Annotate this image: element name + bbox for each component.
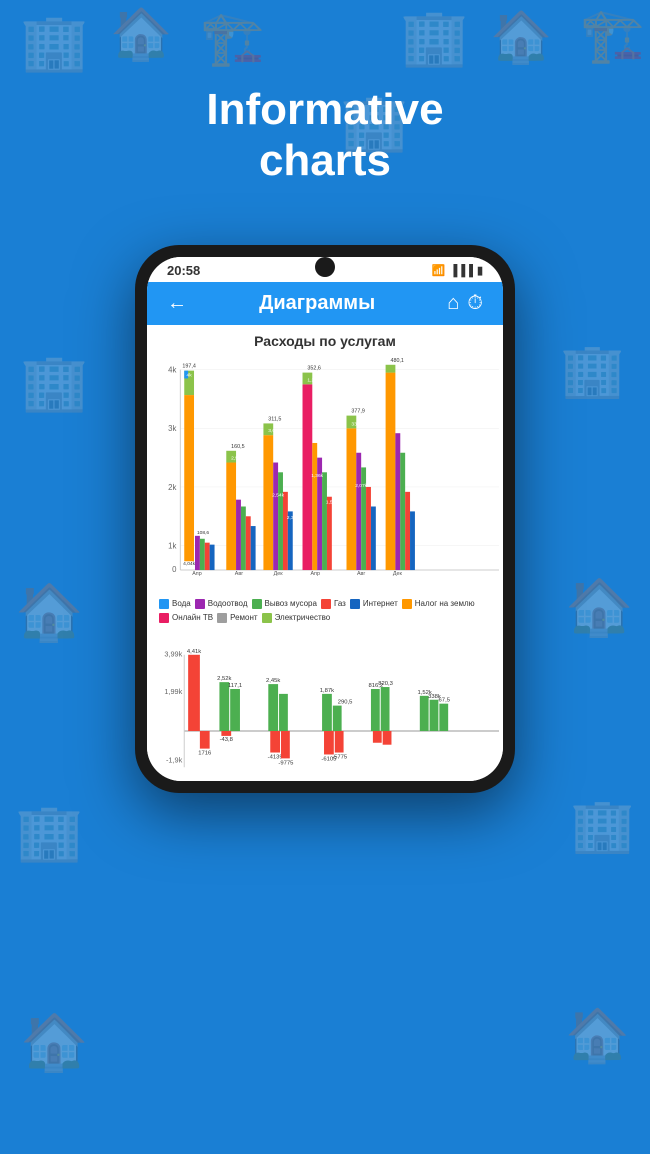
svg-text:311,5: 311,5 — [268, 416, 281, 422]
svg-text:1,99k: 1,99k — [164, 686, 182, 695]
svg-text:117,1: 117,1 — [228, 683, 242, 689]
svg-text:160,5: 160,5 — [231, 444, 244, 450]
header-title: Informative charts — [0, 85, 650, 186]
svg-text:2,52k: 2,52k — [217, 676, 231, 682]
legend-color-electric — [262, 613, 272, 623]
svg-text:1,51k: 1,51k — [326, 500, 338, 506]
svg-text:3k: 3k — [168, 424, 176, 433]
svg-text:2,39k: 2,39k — [287, 515, 299, 521]
signal-icon: ▐▐▐ — [450, 265, 473, 277]
home-button[interactable]: ⌂ — [447, 292, 459, 315]
legend-label-waste: Вывоз мусора — [265, 599, 317, 608]
svg-text:Апр: Апр — [310, 571, 319, 577]
svg-text:Дек: Дек — [274, 571, 284, 577]
phone-frame: 20:58 📶 ▐▐▐ ▮ ← Диаграммы ⌂ ⏱ Расходы по… — [135, 245, 515, 793]
legend-label-repair: Ремонт — [230, 613, 257, 622]
legend-item-gas: Газ — [321, 599, 346, 609]
chart-legend: Вода Водоотвод Вывоз мусора Газ — [151, 595, 499, 627]
svg-text:480,1: 480,1 — [390, 358, 403, 364]
main-chart-title: Расходы по услугам — [151, 333, 499, 349]
header-line2: charts — [259, 136, 391, 185]
legend-color-water — [159, 599, 169, 609]
legend-item-water: Вода — [159, 599, 191, 609]
status-time: 20:58 — [167, 263, 200, 278]
app-bar: ← Диаграммы ⌂ ⏱ — [147, 282, 503, 325]
svg-text:290,5: 290,5 — [338, 699, 353, 705]
legend-label-electric: Электричество — [275, 613, 331, 622]
svg-text:2,45k: 2,45k — [266, 678, 280, 684]
svg-text:1,2k: 1,2k — [307, 377, 317, 383]
svg-text:108,6: 108,6 — [197, 530, 209, 536]
svg-text:2,54k: 2,54k — [272, 493, 284, 499]
second-bar-chart: 3,99k 1,99k -1,9k 4,41k 2,52k 117,1 — [151, 645, 499, 772]
clock-button[interactable]: ⏱ — [467, 292, 483, 315]
svg-text:4k: 4k — [168, 366, 176, 375]
back-button[interactable]: ← — [167, 292, 187, 315]
svg-text:2,07k: 2,07k — [355, 483, 367, 489]
svg-text:-9775: -9775 — [278, 760, 294, 766]
legend-item-waste: Вывоз мусора — [252, 599, 317, 609]
legend-label-internet: Интернет — [363, 599, 398, 608]
second-chart-section: 3,99k 1,99k -1,9k 4,41k 2,52k 117,1 — [147, 637, 503, 781]
svg-text:1,87k: 1,87k — [320, 688, 334, 694]
svg-text:4k: 4k — [187, 373, 193, 379]
legend-color-tax — [402, 599, 412, 609]
svg-text:352,6: 352,6 — [307, 366, 320, 372]
svg-text:1k: 1k — [168, 542, 176, 551]
phone-mockup: 20:58 📶 ▐▐▐ ▮ ← Диаграммы ⌂ ⏱ Расходы по… — [135, 245, 515, 793]
svg-text:4,04k: 4,04k — [183, 561, 195, 567]
svg-text:Авг: Авг — [357, 571, 365, 577]
phone-screen: 20:58 📶 ▐▐▐ ▮ ← Диаграммы ⌂ ⏱ Расходы по… — [147, 257, 503, 781]
legend-item-repair: Ремонт — [217, 613, 257, 623]
svg-text:1716: 1716 — [198, 750, 211, 756]
svg-text:820,3: 820,3 — [378, 681, 393, 687]
legend-item-internet: Интернет — [350, 599, 398, 609]
legend-label-water: Вода — [172, 599, 191, 608]
svg-text:67,5: 67,5 — [439, 697, 451, 703]
svg-text:2k: 2k — [168, 483, 176, 492]
header-section: Informative charts — [0, 85, 650, 186]
legend-label-gas: Газ — [334, 599, 346, 608]
main-bar-chart: 4k 3k 2k 1k 0 — [151, 355, 499, 590]
svg-text:Апр: Апр — [192, 571, 201, 577]
legend-item-vodotvod: Водоотвод — [195, 599, 248, 609]
main-chart-section: Расходы по услугам 4k 3k 2k 1k 0 — [147, 325, 503, 635]
svg-text:337k: 337k — [351, 421, 362, 427]
wifi-icon: 📶 — [432, 264, 446, 277]
battery-icon: ▮ — [477, 264, 483, 277]
phone-notch — [315, 257, 335, 277]
legend-item-tax: Налог на землю — [402, 599, 475, 609]
svg-text:0: 0 — [172, 565, 177, 574]
svg-text:197,4: 197,4 — [182, 364, 195, 370]
legend-label-tax: Налог на землю — [415, 599, 475, 608]
svg-text:3,08k: 3,08k — [268, 428, 280, 434]
svg-text:3,99k: 3,99k — [164, 649, 182, 658]
svg-text:Авг: Авг — [235, 571, 243, 577]
svg-text:2,5k: 2,5k — [231, 456, 241, 462]
svg-text:-1,9k: -1,9k — [166, 755, 183, 764]
app-bar-title: Диаграммы — [191, 292, 443, 315]
svg-text:377,9: 377,9 — [351, 409, 364, 415]
legend-color-tv — [159, 613, 169, 623]
header-line1: Informative — [206, 85, 443, 134]
svg-text:4,41k: 4,41k — [187, 648, 201, 654]
legend-label-vodotvod: Водоотвод — [208, 599, 248, 608]
svg-text:Дек: Дек — [393, 571, 403, 577]
status-icons: 📶 ▐▐▐ ▮ — [432, 264, 483, 277]
legend-color-internet — [350, 599, 360, 609]
svg-text:1,36k: 1,36k — [311, 473, 323, 479]
legend-item-tv: Онлайн ТВ — [159, 613, 213, 623]
legend-color-repair — [217, 613, 227, 623]
svg-text:-5775: -5775 — [332, 754, 348, 760]
svg-text:-43,8: -43,8 — [220, 736, 233, 742]
legend-color-vodotvod — [195, 599, 205, 609]
legend-label-tv: Онлайн ТВ — [172, 613, 213, 622]
legend-item-electric: Электричество — [262, 613, 331, 623]
legend-color-waste — [252, 599, 262, 609]
legend-color-gas — [321, 599, 331, 609]
